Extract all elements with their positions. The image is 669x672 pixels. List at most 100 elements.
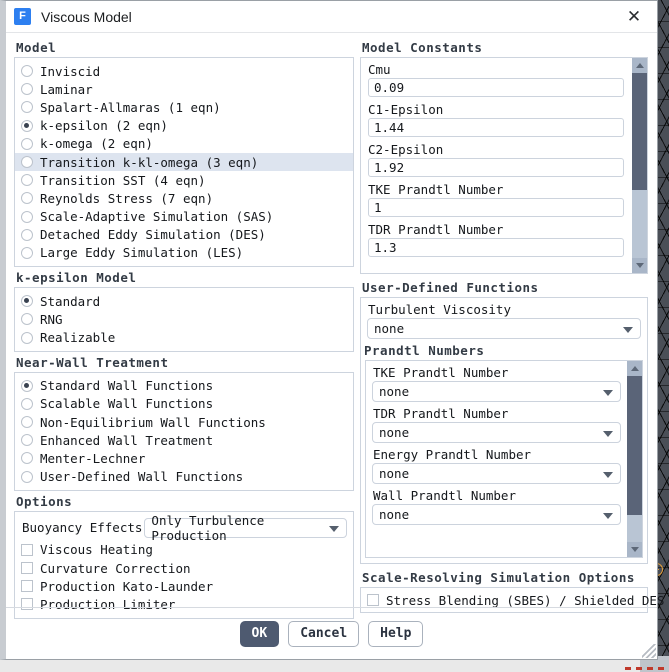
constant-input-cmu[interactable]: 0.09 [368, 78, 624, 97]
radio-label: Non-Equilibrium Wall Functions [40, 414, 266, 430]
user-defined-functions-group: Turbulent Viscosity none Prandtl Numbers… [360, 297, 648, 564]
radio-unselected-icon[interactable] [21, 470, 33, 483]
model-radio-group: Inviscid Laminar Spalart-Allmaras (1 eqn) k… [14, 57, 354, 268]
scroll-track[interactable] [632, 73, 647, 258]
prandtl-dropdown-tke-prandtl-number[interactable]: none [372, 381, 621, 402]
radio-unselected-icon[interactable] [21, 228, 33, 241]
near-wall-option-menter-lechner[interactable]: Menter-Lechner [15, 449, 353, 467]
radio-label: Large Eddy Simulation (LES) [40, 245, 244, 261]
model-option-reynolds-stress-7-eqn[interactable]: Reynolds Stress (7 eqn) [15, 189, 353, 207]
scroll-down-arrow-icon[interactable] [632, 258, 647, 273]
prandtl-label-tke-prandtl-number: TKE Prandtl Number [373, 365, 509, 380]
radio-unselected-icon[interactable] [21, 101, 33, 114]
near-wall-option-standard-wall-functions[interactable]: Standard Wall Functions [15, 377, 353, 395]
options-section-title: Options [16, 493, 73, 509]
radio-unselected-icon[interactable] [21, 156, 33, 169]
option-checkbox-curvature-correction[interactable]: Curvature Correction [15, 559, 353, 577]
fluent-f-icon: F [14, 8, 31, 25]
radio-unselected-icon[interactable] [21, 416, 33, 429]
scroll-down-arrow-icon[interactable] [627, 542, 642, 557]
cancel-button[interactable]: Cancel [288, 620, 360, 647]
radio-unselected-icon[interactable] [21, 331, 33, 344]
prandtl-value: none [379, 507, 410, 522]
near-wall-option-user-defined-wall-functions[interactable]: User-Defined Wall Functions [15, 468, 353, 486]
constant-input-tdr-prandtl-number[interactable]: 1.3 [368, 238, 624, 257]
radio-unselected-icon[interactable] [21, 174, 33, 187]
radio-unselected-icon[interactable] [21, 313, 33, 326]
radio-unselected-icon[interactable] [21, 434, 33, 447]
constant-input-c2-epsilon[interactable]: 1.92 [368, 158, 624, 177]
radio-label: Standard [40, 293, 101, 309]
model-option-spalart-allmaras-1-eqn[interactable]: Spalart-Allmaras (1 eqn) [15, 98, 353, 116]
constant-label-c1-epsilon: C1-Epsilon [368, 102, 444, 117]
radio-unselected-icon[interactable] [21, 192, 33, 205]
scroll-thumb[interactable] [627, 376, 642, 516]
prandtl-numbers-fields: TKE Prandtl Number none TDR Prandtl Number… [366, 361, 627, 557]
checkbox-unchecked-icon[interactable] [21, 543, 33, 556]
model-constants-scrollbar[interactable] [632, 58, 647, 273]
close-icon[interactable]: ✕ [611, 1, 657, 32]
model-option-k-epsilon-2-eqn[interactable]: k-epsilon (2 eqn) [15, 117, 353, 135]
turbulent-viscosity-dropdown[interactable]: none [367, 318, 641, 339]
model-option-k-omega-2-eqn[interactable]: k-omega (2 eqn) [15, 135, 353, 153]
radio-unselected-icon[interactable] [21, 83, 33, 96]
radio-unselected-icon[interactable] [21, 246, 33, 259]
prandtl-dropdown-wall-prandtl-number[interactable]: none [372, 504, 621, 525]
model-option-laminar[interactable]: Laminar [15, 80, 353, 98]
radio-unselected-icon[interactable] [21, 137, 33, 150]
model-option-transition-sst-4-eqn[interactable]: Transition SST (4 eqn) [15, 171, 353, 189]
checkbox-unchecked-icon[interactable] [21, 580, 33, 593]
near-wall-option-scalable-wall-functions[interactable]: Scalable Wall Functions [15, 395, 353, 413]
scroll-up-arrow-icon[interactable] [627, 361, 642, 376]
model-constants-section-title: Model Constants [362, 40, 483, 55]
radio-unselected-icon[interactable] [21, 65, 33, 78]
radio-selected-icon[interactable] [21, 119, 33, 132]
prandtl-numbers-scrollbar[interactable] [627, 361, 642, 557]
model-option-scale-adaptive-simulation-sas[interactable]: Scale-Adaptive Simulation (SAS) [15, 208, 353, 226]
buoyancy-effects-label: Buoyancy Effects [22, 520, 143, 536]
radio-label: Menter-Lechner [40, 450, 146, 466]
radio-selected-icon[interactable] [21, 379, 33, 392]
buoyancy-effects-dropdown[interactable]: Only Turbulence Production [144, 513, 347, 543]
sbes-checkbox-label: Stress Blending (SBES) / Shielded DES [386, 592, 665, 608]
option-checkbox-production-kato-launder[interactable]: Production Kato-Launder [15, 577, 353, 595]
model-option-detached-eddy-simulation-des[interactable]: Detached Eddy Simulation (DES) [15, 226, 353, 244]
constant-input-c1-epsilon[interactable]: 1.44 [368, 118, 624, 137]
sbes-checkbox[interactable] [367, 594, 379, 607]
k-epsilon-option-rng[interactable]: RNG [15, 310, 353, 328]
ok-button[interactable]: OK [239, 620, 280, 647]
radio-unselected-icon[interactable] [21, 210, 33, 223]
radio-selected-icon[interactable] [21, 295, 33, 308]
right-column: Model Constants Cmu 0.09 C1-Epsilon 1.44 C2-… [358, 37, 664, 614]
checkbox-unchecked-icon[interactable] [21, 562, 33, 575]
constant-label-c2-epsilon: C2-Epsilon [368, 142, 444, 157]
chevron-down-icon [603, 512, 613, 519]
prandtl-dropdown-energy-prandtl-number[interactable]: none [372, 463, 621, 484]
near-wall-option-enhanced-wall-treatment[interactable]: Enhanced Wall Treatment [15, 431, 353, 449]
k-epsilon-model-section-title: k-epsilon Model [16, 270, 137, 286]
model-option-inviscid[interactable]: Inviscid [15, 62, 353, 80]
user-defined-functions-section-title: User-Defined Functions [362, 280, 539, 295]
k-epsilon-option-realizable[interactable]: Realizable [15, 328, 353, 346]
constant-input-tke-prandtl-number[interactable]: 1 [368, 198, 624, 217]
option-checkbox-viscous-heating[interactable]: Viscous Heating [15, 541, 353, 559]
model-option-large-eddy-simulation-les[interactable]: Large Eddy Simulation (LES) [15, 244, 353, 262]
radio-unselected-icon[interactable] [21, 397, 33, 410]
checkbox-label: Production Kato-Launder [40, 578, 214, 594]
near-wall-option-non-equilibrium-wall-functions[interactable]: Non-Equilibrium Wall Functions [15, 413, 353, 431]
model-option-transition-k-kl-omega-3-eqn[interactable]: Transition k-kl-omega (3 eqn) [15, 152, 353, 172]
radio-unselected-icon[interactable] [21, 452, 33, 465]
scroll-thumb[interactable] [632, 73, 647, 190]
prandtl-label-wall-prandtl-number: Wall Prandtl Number [373, 488, 516, 503]
scroll-up-arrow-icon[interactable] [632, 58, 647, 73]
radio-label: Scale-Adaptive Simulation (SAS) [40, 209, 274, 225]
constant-label-tdr-prandtl-number: TDR Prandtl Number [368, 222, 504, 237]
scale-resolving-section-title: Scale-Resolving Simulation Options [362, 570, 635, 585]
k-epsilon-option-standard[interactable]: Standard [15, 292, 353, 310]
radio-label: Inviscid [40, 63, 101, 79]
prandtl-dropdown-tdr-prandtl-number[interactable]: none [372, 422, 621, 443]
model-section-title: Model [16, 40, 57, 55]
scroll-track[interactable] [627, 376, 642, 542]
chevron-down-icon [603, 471, 613, 478]
help-button[interactable]: Help [368, 620, 424, 647]
